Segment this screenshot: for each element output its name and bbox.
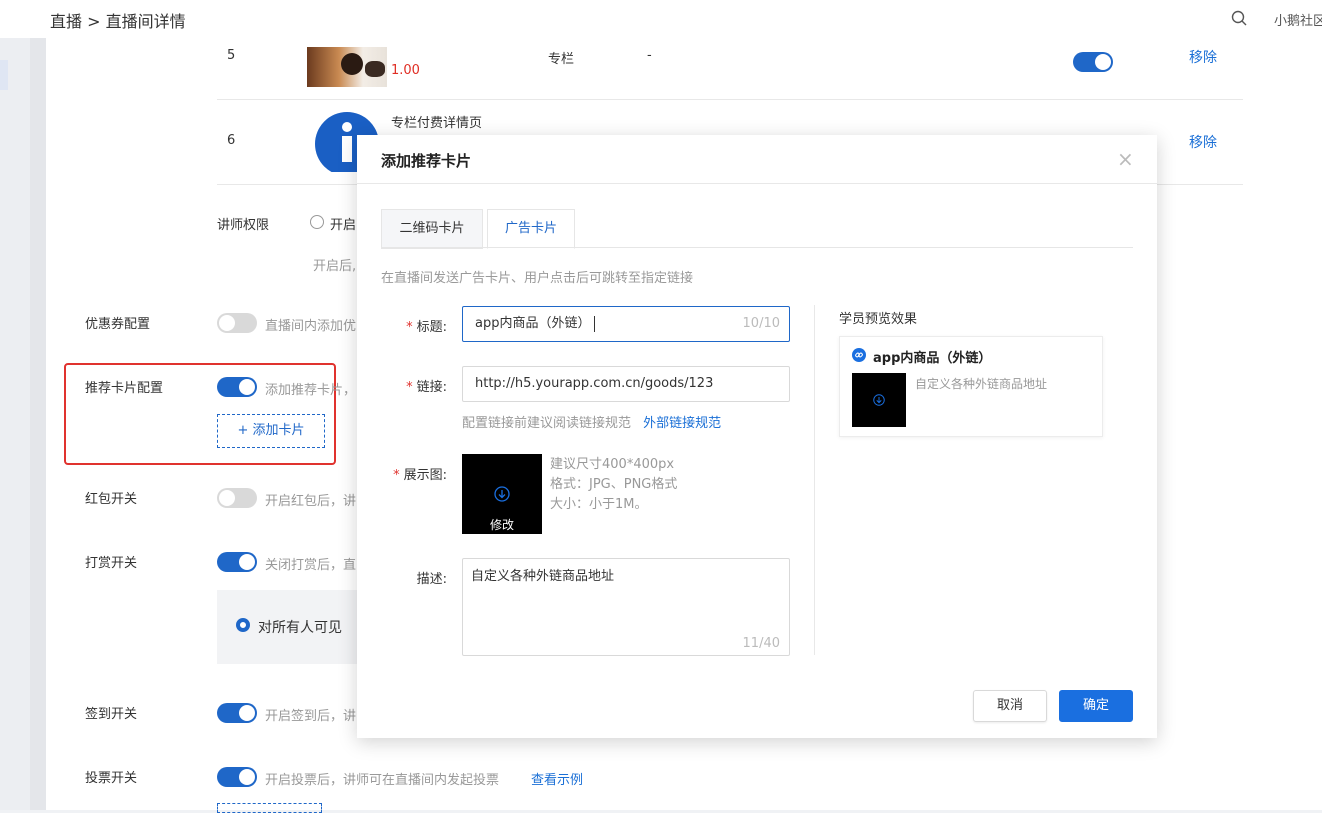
preview-card: app内商品（外链） 自定义各种外链商品地址 xyxy=(839,336,1103,437)
description-value: 自定义各种外链商品地址 xyxy=(471,569,615,584)
dialog-description: 在直播间发送广告卡片、用户点击后可跳转至指定链接 xyxy=(381,271,694,286)
tab-underline xyxy=(381,247,1133,248)
title-field-label: * 标题: xyxy=(381,316,447,335)
link-label-text: 链接: xyxy=(416,380,447,395)
description-counter: 11/40 xyxy=(742,636,780,651)
required-mark: * xyxy=(393,468,400,483)
tab-qrcode-card[interactable]: 二维码卡片 xyxy=(381,209,483,249)
preview-title: 学员预览效果 xyxy=(839,312,918,327)
description-textarea[interactable]: 自定义各种外链商品地址 11/40 xyxy=(462,558,790,656)
link-input[interactable]: http://h5.yourapp.com.cn/goods/123 xyxy=(462,366,790,402)
title-label-text: 标题: xyxy=(416,320,447,335)
required-mark: * xyxy=(406,320,413,335)
close-icon[interactable]: × xyxy=(1117,149,1134,169)
title-input-value: app内商品（外链） xyxy=(475,316,591,331)
link-tip-text: 配置链接前建议阅读链接规范 xyxy=(462,416,632,431)
required-mark: * xyxy=(406,380,413,395)
download-icon xyxy=(494,486,510,502)
preview-card-desc: 自定义各种外链商品地址 xyxy=(915,377,1048,391)
image-label-text: 展示图: xyxy=(403,468,447,483)
link-input-value: http://h5.yourapp.com.cn/goods/123 xyxy=(475,376,714,391)
cancel-button[interactable]: 取消 xyxy=(973,690,1047,722)
image-field-label: * 展示图: xyxy=(381,464,447,483)
image-modify-button[interactable]: 修改 xyxy=(462,516,542,534)
text-caret xyxy=(594,315,596,332)
confirm-button[interactable]: 确定 xyxy=(1059,690,1133,722)
link-field-label: * 链接: xyxy=(381,376,447,395)
external-link-spec-link[interactable]: 外部链接规范 xyxy=(643,416,721,431)
image-tips: 建议尺寸400*400px 格式：JPG、PNG格式 大小：小于1M。 xyxy=(550,455,677,515)
image-tip-filesize: 大小：小于1M。 xyxy=(550,497,648,512)
link-badge-icon xyxy=(852,348,866,362)
image-tip-size: 建议尺寸400*400px xyxy=(550,457,675,472)
title-input[interactable]: app内商品（外链） 10/10 xyxy=(462,306,790,342)
link-tip: 配置链接前建议阅读链接规范 外部链接规范 xyxy=(462,412,721,431)
desc-field-label: 描述: xyxy=(416,572,447,587)
dialog-header: 添加推荐卡片 × xyxy=(357,135,1157,184)
display-image-upload[interactable]: 修改 xyxy=(462,454,542,534)
dialog-title: 添加推荐卡片 xyxy=(381,152,472,170)
preview-card-name: app内商品（外链） xyxy=(873,351,992,366)
title-counter: 10/10 xyxy=(742,316,780,331)
form-preview-divider xyxy=(814,305,815,655)
add-recommend-card-dialog: 添加推荐卡片 × 二维码卡片 广告卡片 在直播间发送广告卡片、用户点击后可跳转至… xyxy=(357,135,1157,738)
image-tip-format: 格式：JPG、PNG格式 xyxy=(550,477,678,492)
tab-ad-card[interactable]: 广告卡片 xyxy=(487,209,575,249)
preview-card-image xyxy=(852,373,906,427)
download-icon xyxy=(873,394,885,406)
